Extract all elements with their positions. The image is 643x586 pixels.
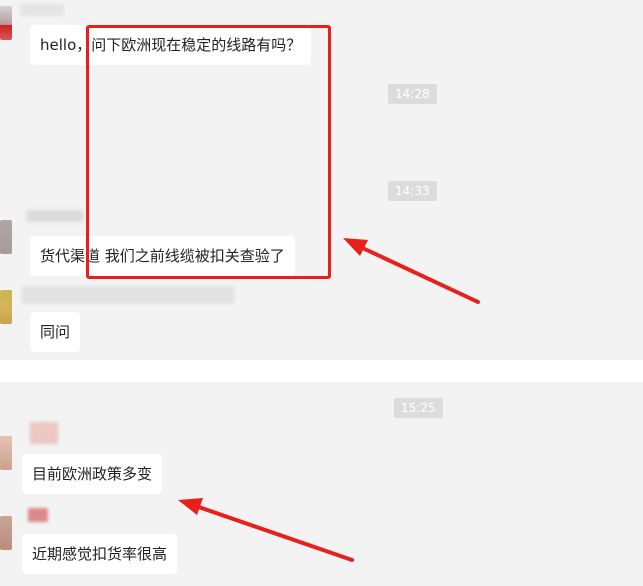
arrow-bottom <box>178 498 354 562</box>
arrow-top <box>343 238 480 304</box>
annotation-arrows <box>178 238 480 562</box>
